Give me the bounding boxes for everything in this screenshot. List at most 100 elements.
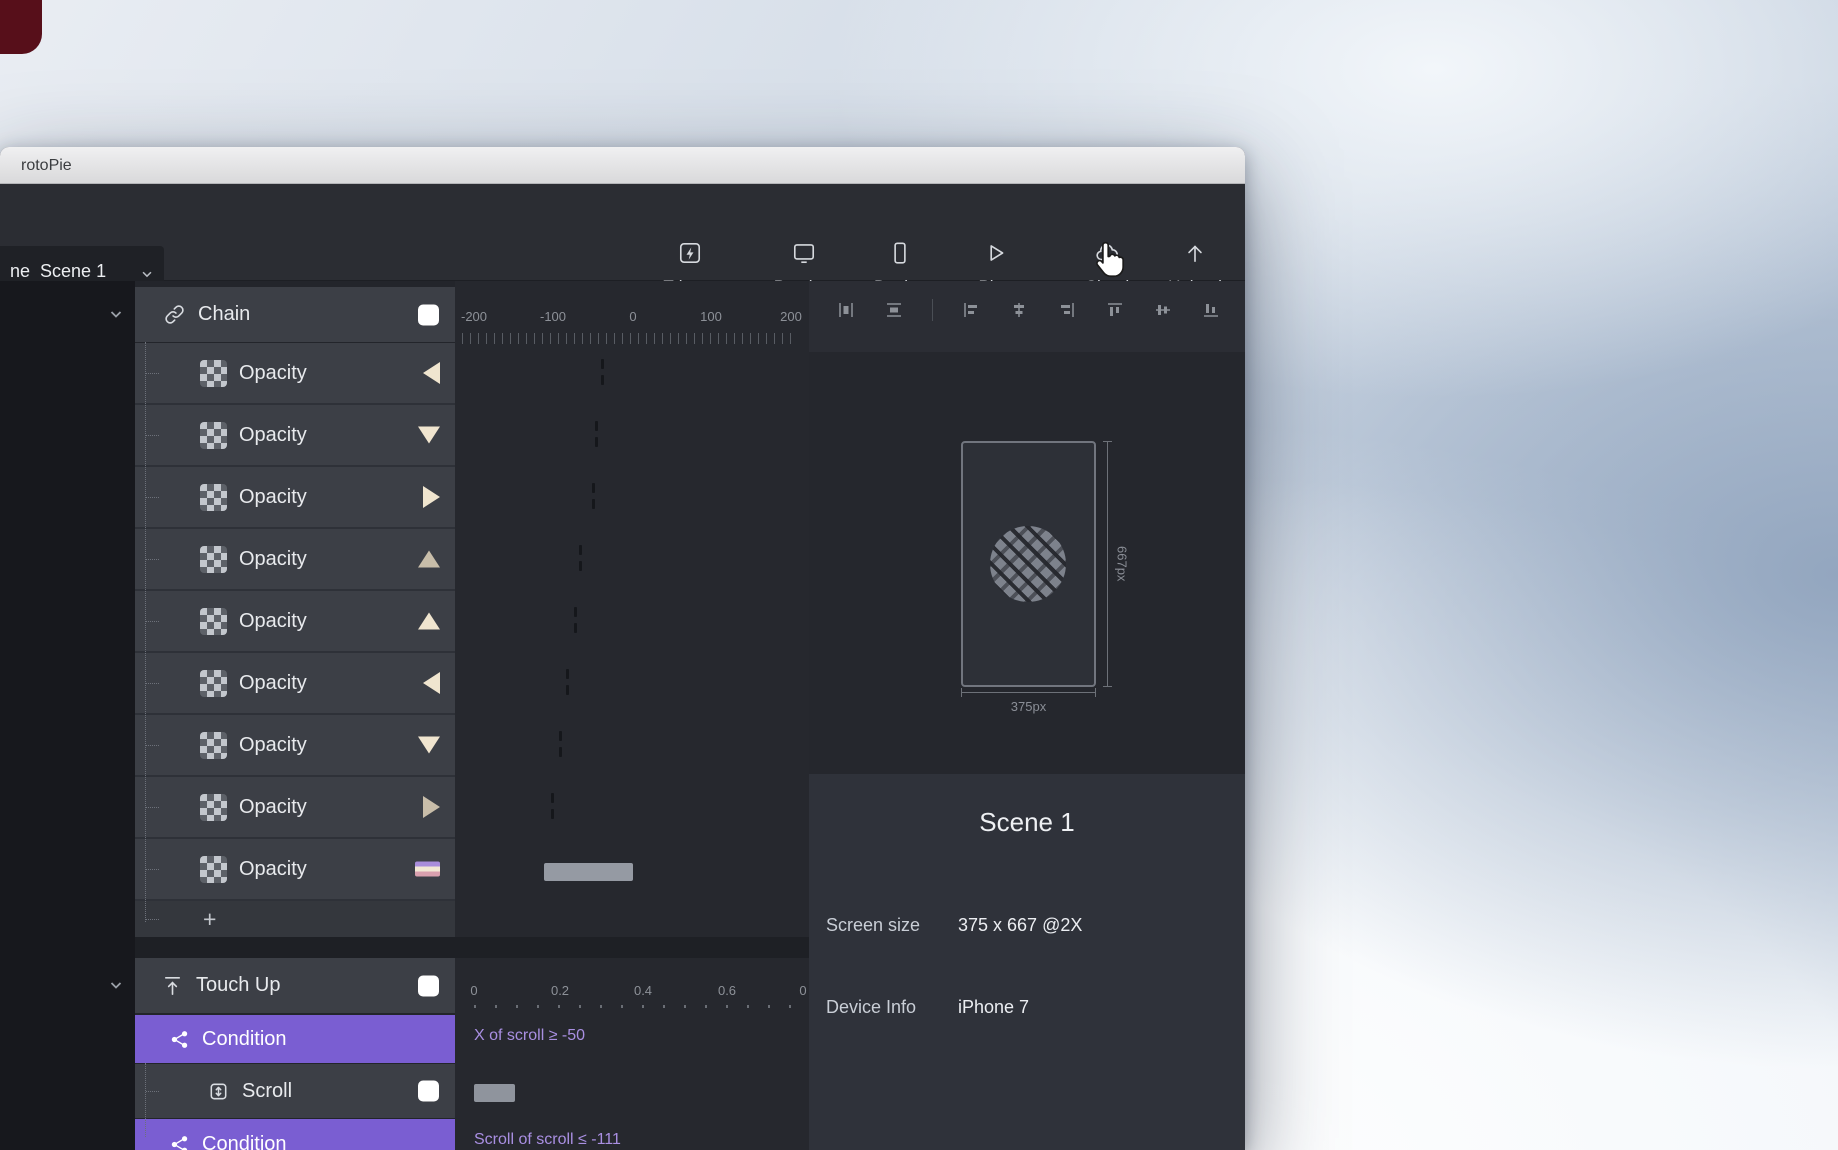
timeline-keyframe-dash (566, 685, 569, 695)
timeline-duration-bar[interactable] (474, 1084, 515, 1102)
tree-stub (146, 919, 159, 920)
layer-row-opacity-3[interactable]: Opacity (135, 467, 455, 529)
timeline-keyframe-dash (566, 669, 569, 679)
chain-link-icon (163, 303, 186, 326)
layer-row-opacity-2[interactable]: Opacity (135, 405, 455, 467)
align-left-icon[interactable] (961, 300, 981, 320)
tree-connector (145, 1063, 146, 1137)
touch-up-icon (161, 974, 184, 997)
scroll-color-swatch[interactable] (418, 1080, 439, 1102)
layer-row-chain[interactable]: Chain (135, 287, 455, 342)
left-rail (0, 281, 135, 1150)
condition-formula-2[interactable]: Scroll of scroll ≤ -111 (474, 1131, 621, 1150)
ruler-tick-label: 100 (700, 309, 722, 324)
device-info-value: iPhone 7 (958, 997, 1030, 1017)
plus-icon: + (203, 905, 217, 932)
main-toolbar: ne Scene 1 Trigger Preview (0, 184, 1245, 297)
align-toolbar-icons (836, 299, 1245, 321)
layer-row-opacity-1[interactable]: Opacity (135, 343, 455, 405)
keyframe-marker[interactable] (418, 736, 440, 754)
condition-formula-1[interactable]: X of scroll ≥ -50 (474, 1027, 585, 1045)
tree-connector (145, 342, 146, 922)
ruler-tick-label: 0.4 (633, 983, 653, 998)
device-icon (853, 240, 947, 272)
preview-icon (757, 240, 851, 272)
condition-label: Condition (202, 1027, 287, 1050)
chain-label: Chain (198, 303, 251, 325)
timeline-duration-bar[interactable] (544, 863, 633, 881)
add-response-button[interactable]: + (135, 901, 455, 937)
tree-stub (146, 1091, 159, 1092)
layer-row-touch-up[interactable]: Touch Up (135, 958, 455, 1013)
keyframe-marker[interactable] (418, 550, 440, 568)
opacity-label: Opacity (239, 485, 307, 508)
chain-color-swatch[interactable] (418, 304, 439, 325)
opacity-label: Opacity (239, 671, 307, 694)
layer-row-opacity-9[interactable]: Opacity (135, 839, 455, 901)
align-bottom-icon[interactable] (1201, 300, 1221, 320)
opacity-checker-icon (200, 483, 227, 511)
layer-row-opacity-5[interactable]: Opacity (135, 591, 455, 653)
height-measure-line (1107, 441, 1108, 687)
layer-row-opacity-4[interactable]: Opacity (135, 529, 455, 591)
opacity-label: Opacity (239, 547, 307, 570)
timeline-lower-section (455, 958, 809, 1150)
align-top-icon[interactable] (1105, 300, 1125, 320)
keyframe-marker[interactable] (418, 426, 440, 444)
scroll-icon (207, 1080, 230, 1103)
tree-stub (146, 807, 159, 808)
condition-icon (169, 1134, 190, 1150)
keyframe-marker[interactable] (423, 486, 440, 508)
timeline-keyframe-dash (551, 793, 554, 803)
opacity-checker-icon (200, 421, 227, 449)
toolbar-separator (932, 299, 933, 321)
opacity-label: Opacity (239, 733, 307, 756)
collapse-chain-icon[interactable] (108, 306, 124, 327)
ruler-ticks (474, 1005, 806, 1008)
layer-row-opacity-6[interactable]: Opacity (135, 653, 455, 715)
condition-icon (169, 1029, 190, 1050)
trigger-icon (643, 240, 737, 272)
keyframe-marker[interactable] (423, 672, 440, 694)
timeline-keyframe-dash (592, 499, 595, 509)
touch-up-color-swatch[interactable] (418, 975, 439, 996)
opacity-label: Opacity (239, 795, 307, 818)
protopie-window: rotoPie ne Scene 1 Trigger Pr (0, 147, 1245, 1150)
timeline-keyframe-dash (595, 421, 598, 431)
tree-stub (146, 869, 159, 870)
layer-row-condition-1[interactable]: Condition (135, 1015, 455, 1063)
ruler-tick-label: 0 (629, 309, 637, 324)
ruler-tick-label: 0 (799, 983, 807, 998)
opacity-checker-icon (200, 545, 227, 573)
align-center-horizontal-icon[interactable] (1009, 300, 1029, 320)
distribute-horizontal-icon[interactable] (836, 300, 856, 320)
layer-row-opacity-8[interactable]: Opacity (135, 777, 455, 839)
keyframe-marker[interactable] (415, 861, 440, 877)
align-middle-vertical-icon[interactable] (1153, 300, 1173, 320)
layer-row-scroll[interactable]: Scroll (135, 1064, 455, 1118)
keyframe-marker[interactable] (423, 362, 440, 384)
ruler-tick-label: 0.2 (550, 983, 570, 998)
layer-row-condition-2[interactable]: Condition (135, 1119, 455, 1150)
keyframe-marker[interactable] (418, 612, 440, 630)
timeline-keyframe-dash (579, 545, 582, 555)
timeline-keyframe-dash (601, 375, 604, 385)
align-right-icon[interactable] (1057, 300, 1077, 320)
section-divider (135, 937, 809, 958)
timeline-keyframe-dash (551, 809, 554, 819)
ruler-tick-label: -200 (460, 309, 488, 324)
timeline-keyframe-dash (559, 747, 562, 757)
measure-cap (961, 688, 962, 697)
window-titlebar[interactable]: rotoPie (0, 147, 1245, 184)
opacity-checker-icon (200, 607, 227, 635)
keyframe-marker[interactable] (423, 796, 440, 818)
distribute-vertical-icon[interactable] (884, 300, 904, 320)
device-info-label: Device Info (826, 997, 917, 1017)
timeline-keyframe-dash (595, 437, 598, 447)
collapse-touchup-icon[interactable] (108, 977, 124, 998)
cloud-icon (1060, 240, 1154, 272)
measure-cap (1095, 688, 1096, 697)
layer-row-opacity-7[interactable]: Opacity (135, 715, 455, 777)
opacity-label: Opacity (239, 423, 307, 446)
ruler-tick-label: -100 (539, 309, 567, 324)
